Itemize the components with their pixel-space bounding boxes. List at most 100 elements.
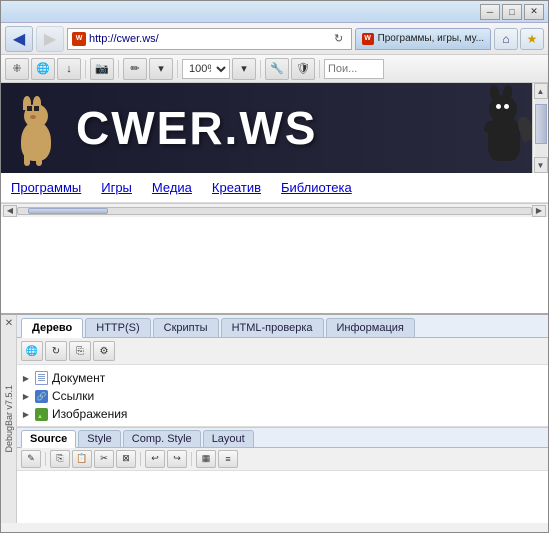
arrow-icon: ↓ xyxy=(66,63,72,75)
tree-item-links[interactable]: ▶ 🔗 Ссылки xyxy=(21,387,544,405)
tree-label-images: Изображения xyxy=(52,407,127,421)
globe-small-icon: 🌐 xyxy=(26,346,38,357)
src-btn-edit[interactable]: ✎ xyxy=(21,450,41,468)
copy-icon: ⎘ xyxy=(56,453,63,464)
debug-tb-btn-4[interactable]: ⚙ xyxy=(93,341,115,361)
debug-tab-tree[interactable]: Дерево xyxy=(21,318,83,338)
tb2-btn-4[interactable]: 📷 xyxy=(90,58,114,80)
tb2-btn-1[interactable]: ⁜ xyxy=(5,58,29,80)
tb2-btn-2[interactable]: 🌐 xyxy=(31,58,55,80)
star-button[interactable]: ★ xyxy=(520,28,544,50)
tb2-divider2 xyxy=(118,60,119,78)
tb2-btn-5[interactable]: ✏ xyxy=(123,58,147,80)
debug-tab-scripts[interactable]: Скрипты xyxy=(153,318,219,337)
bottom-tab-style[interactable]: Style xyxy=(78,430,120,447)
debug-close-button[interactable]: ✕ xyxy=(3,317,15,329)
debug-tree: ▶ Документ ▶ 🔗 Ссылки ▶ Изображения ▶ xyxy=(17,365,548,427)
home-icon: ⌂ xyxy=(502,32,509,46)
refresh-small-icon: ↻ xyxy=(52,346,60,357)
tb2-divider3 xyxy=(177,60,178,78)
redo-icon: ↪ xyxy=(173,453,181,464)
nav-bar: ◀ ▶ W ↻ W Программы, игры, му... ⌂ ★ xyxy=(1,23,548,55)
scroll-right-arrow[interactable]: ▶ xyxy=(532,205,546,217)
scroll-left-arrow[interactable]: ◀ xyxy=(3,205,17,217)
mascot-right xyxy=(483,91,533,161)
tree-item-document[interactable]: ▶ Документ xyxy=(21,369,544,387)
close-button[interactable]: ✕ xyxy=(524,4,544,20)
h-scroll-thumb[interactable] xyxy=(28,208,108,214)
site-nav: Программы Игры Медиа Креатив Библиотека xyxy=(1,173,548,203)
forward-button[interactable]: ▶ xyxy=(36,26,64,52)
tools-small-icon: ⚙ xyxy=(100,346,109,357)
forward-icon: ▶ xyxy=(44,29,56,49)
address-refresh-icon[interactable]: ↻ xyxy=(331,31,347,47)
debug-tb-btn-3[interactable]: ⎘ xyxy=(69,341,91,361)
tree-arrow-document[interactable]: ▶ xyxy=(21,373,31,383)
debug-tab-html[interactable]: HTML-проверка xyxy=(221,318,324,337)
debug-main: Дерево HTTP(S) Скрипты HTML-проверка Инф… xyxy=(17,315,548,523)
tree-arrow-images[interactable]: ▶ xyxy=(21,409,31,419)
src-btn-cut[interactable]: ✂ xyxy=(94,450,114,468)
undo-icon: ↩ xyxy=(151,453,159,464)
bottom-tab-layout[interactable]: Layout xyxy=(203,430,254,447)
web-content: CWER.WS ▲ ▼ xyxy=(1,83,548,313)
search-input[interactable] xyxy=(324,59,384,79)
minimize-button[interactable]: ─ xyxy=(480,4,500,20)
src-divider-2 xyxy=(140,452,141,466)
home-button[interactable]: ⌂ xyxy=(494,28,518,50)
browser-tab[interactable]: W Программы, игры, му... xyxy=(355,28,491,50)
tb2-btn-7[interactable]: 🔧 xyxy=(265,58,289,80)
tree-item-images[interactable]: ▶ Изображения xyxy=(21,405,544,423)
debug-bar-version-label: DebugBar v7.5.1 xyxy=(4,385,14,453)
file-icon xyxy=(35,371,48,385)
src-btn-x[interactable]: ⊠ xyxy=(116,450,136,468)
scroll-thumb[interactable] xyxy=(535,104,547,144)
debug-tab-http[interactable]: HTTP(S) xyxy=(85,318,150,337)
mascot-nose xyxy=(30,115,36,119)
vertical-scrollbar[interactable]: ▲ ▼ xyxy=(532,83,548,173)
debug-tab-info[interactable]: Информация xyxy=(326,318,415,337)
dots-icon: ⁜ xyxy=(12,62,21,75)
scroll-up-arrow[interactable]: ▲ xyxy=(534,83,548,99)
source-content xyxy=(17,471,548,524)
src-btn-copy[interactable]: ⎘ xyxy=(50,450,70,468)
src-btn-grid[interactable]: ▦ xyxy=(196,450,216,468)
nav-link-programs[interactable]: Программы xyxy=(11,180,81,195)
debug-tb-btn-2[interactable]: ↻ xyxy=(45,341,67,361)
nav-link-media[interactable]: Медиа xyxy=(152,180,192,195)
debug-tb-btn-1[interactable]: 🌐 xyxy=(21,341,43,361)
mascot-eye-left xyxy=(27,106,32,111)
src-btn-undo[interactable]: ↩ xyxy=(145,450,165,468)
tab-bar: W Программы, игры, му... xyxy=(355,28,491,50)
maximize-button[interactable]: □ xyxy=(502,4,522,20)
bottom-tab-source[interactable]: Source xyxy=(21,430,76,448)
nav-link-games[interactable]: Игры xyxy=(101,180,132,195)
bottom-tabs: Source Style Comp. Style Layout xyxy=(17,427,548,448)
src-btn-redo[interactable]: ↪ xyxy=(167,450,187,468)
mascot-r-eye-right xyxy=(504,104,509,109)
address-input[interactable] xyxy=(89,33,328,45)
mascot-r-eye-left xyxy=(496,104,501,109)
src-btn-list[interactable]: ≡ xyxy=(218,450,238,468)
tree-label-document: Документ xyxy=(52,371,105,385)
zoom-down-btn[interactable]: ▾ xyxy=(232,58,256,80)
browser-window: ─ □ ✕ ◀ ▶ W ↻ W Программы, игры, му... xyxy=(0,0,549,533)
address-bar[interactable]: W ↻ xyxy=(67,28,352,50)
list-icon: ≡ xyxy=(225,454,230,464)
paste-icon: 📋 xyxy=(76,453,87,464)
horizontal-scrollbar[interactable]: ◀ ▶ xyxy=(1,203,548,217)
tb2-btn-3[interactable]: ↓ xyxy=(57,58,81,80)
debug-bar: DebugBar v7.5.1 ✕ Дерево HTTP(S) Скрипты… xyxy=(1,313,548,523)
nav-link-library[interactable]: Библиотека xyxy=(281,180,352,195)
src-btn-paste[interactable]: 📋 xyxy=(72,450,92,468)
tb2-btn-6[interactable]: ▾ xyxy=(149,58,173,80)
copy-small-icon: ⎘ xyxy=(76,346,84,357)
bottom-tab-comp-style[interactable]: Comp. Style xyxy=(123,430,201,447)
tree-arrow-links[interactable]: ▶ xyxy=(21,391,31,401)
zoom-select[interactable]: 100% xyxy=(182,59,230,79)
source-toolbar: ✎ ⎘ 📋 ✂ ⊠ ↩ ↪ ▦ ≡ xyxy=(17,448,548,471)
back-button[interactable]: ◀ xyxy=(5,26,33,52)
tb2-btn-8[interactable]: 🛡 xyxy=(291,58,315,80)
scroll-down-arrow[interactable]: ▼ xyxy=(534,157,548,173)
nav-link-creative[interactable]: Креатив xyxy=(212,180,261,195)
